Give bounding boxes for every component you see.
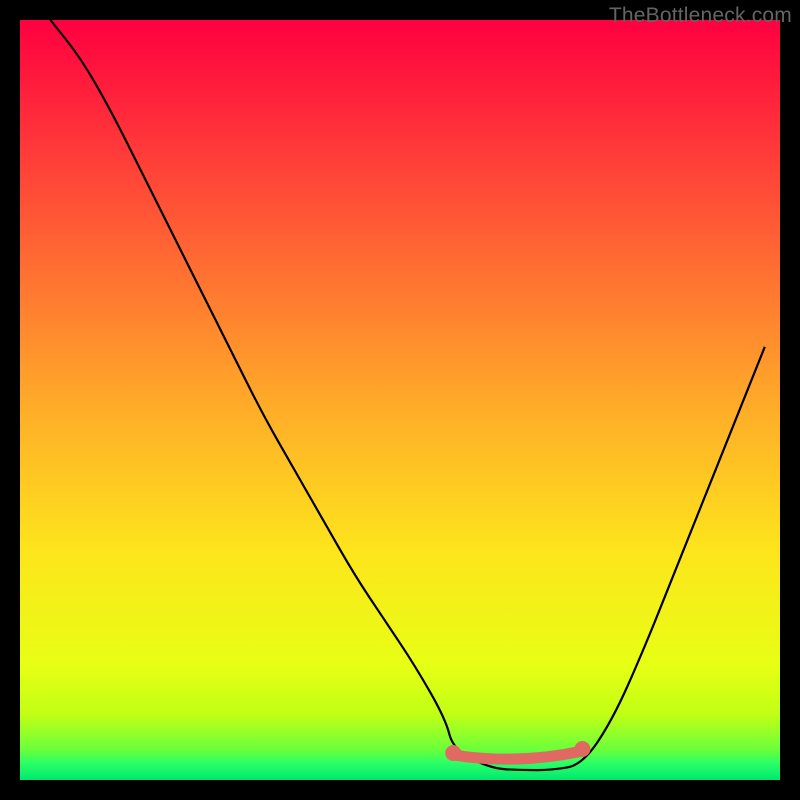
highlight-marker [20,20,780,780]
watermark-text: TheBottleneck.com [609,4,792,28]
plot-area [20,20,780,780]
chart-container: TheBottleneck.com [0,0,800,800]
